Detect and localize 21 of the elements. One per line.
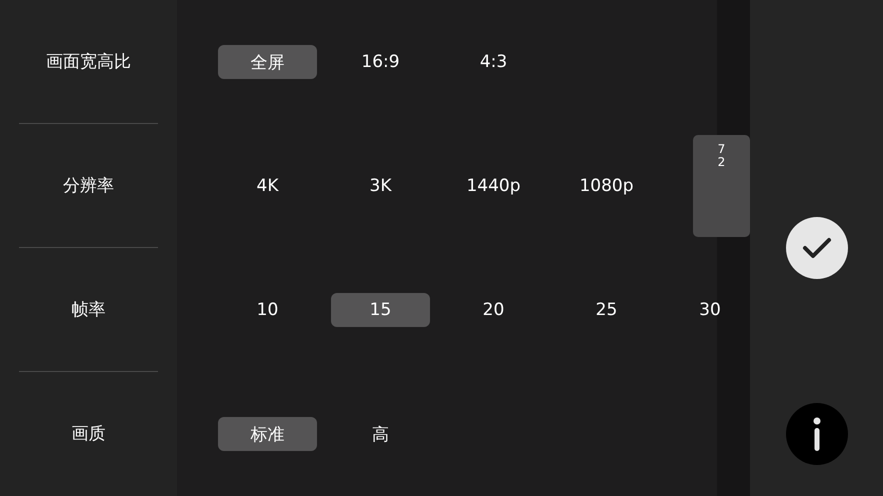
option-button[interactable]: 4K xyxy=(218,169,317,203)
option-button[interactable]: 1440p xyxy=(444,169,543,203)
option-button[interactable]: 10 xyxy=(218,293,317,327)
option-button[interactable]: 标准 xyxy=(218,417,317,451)
option-button[interactable]: 4:3 xyxy=(444,45,543,79)
info-icon xyxy=(812,417,820,451)
setting-label: 画面宽高比 xyxy=(46,51,131,73)
option-button[interactable]: 20 xyxy=(444,293,543,327)
option-button[interactable]: 高 xyxy=(331,417,430,451)
checkmark-icon xyxy=(802,236,832,260)
option-button[interactable]: 30 xyxy=(670,293,750,327)
option-button[interactable]: 3K xyxy=(331,169,430,203)
setting-label: 画质 xyxy=(72,423,106,445)
option-button[interactable]: 全屏 xyxy=(218,45,317,79)
option-button[interactable]: 16:9 xyxy=(331,45,430,79)
setting-label: 分辨率 xyxy=(63,175,114,197)
option-button[interactable]: 1080p xyxy=(557,169,656,203)
setting-label: 帧率 xyxy=(72,299,106,321)
option-button[interactable]: 15 xyxy=(331,293,430,327)
option-button[interactable]: 25 xyxy=(557,293,656,327)
option-button[interactable]: 72 xyxy=(693,135,750,237)
